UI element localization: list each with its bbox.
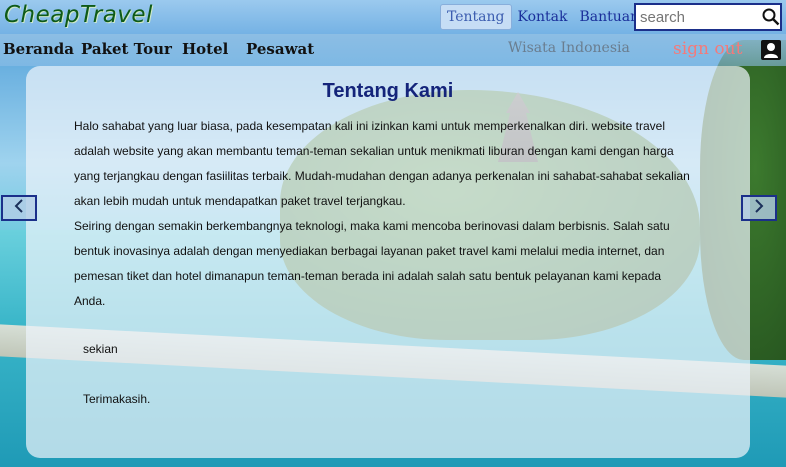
about-paragraph-1: Halo sahabat yang luar biasa, pada kesem… (74, 119, 690, 208)
nav-hotel[interactable]: Hotel (182, 40, 228, 58)
search-input[interactable] (636, 8, 762, 26)
about-panel: Tentang Kami Halo sahabat yang luar bias… (26, 66, 750, 458)
closing-terimakasih: Terimakasih. (83, 392, 151, 406)
site-logo[interactable]: CheapTravel (4, 2, 153, 28)
signout-link[interactable]: sign out (673, 39, 742, 59)
chevron-left-icon (13, 198, 25, 218)
nav-paket-tour[interactable]: Paket Tour (81, 40, 172, 58)
nav-bar: Beranda Paket Tour Hotel Pesawat Wisata … (0, 34, 786, 66)
about-paragraph-2: Seiring dengan semakin berkembangnya tek… (74, 219, 670, 308)
link-kontak[interactable]: Kontak (512, 5, 574, 29)
user-icon[interactable] (761, 40, 781, 60)
nav-pesawat[interactable]: Pesawat (246, 40, 314, 58)
nav-subtitle: Wisata Indonesia (508, 40, 630, 56)
link-tentang[interactable]: Tentang (440, 4, 512, 30)
carousel-prev-button[interactable] (1, 195, 37, 221)
page-title: Tentang Kami (322, 80, 454, 102)
closing-sekian: sekian (83, 342, 118, 356)
carousel-next-button[interactable] (741, 195, 777, 221)
nav-beranda[interactable]: Beranda (3, 40, 74, 58)
search-icon[interactable] (762, 6, 780, 28)
chevron-right-icon (753, 198, 765, 218)
top-links: Tentang Kontak Bantuan (440, 2, 645, 32)
top-bar: CheapTravel Tentang Kontak Bantuan (0, 0, 786, 34)
about-body: Halo sahabat yang luar biasa, pada kesem… (74, 114, 694, 314)
search-box (634, 3, 782, 31)
